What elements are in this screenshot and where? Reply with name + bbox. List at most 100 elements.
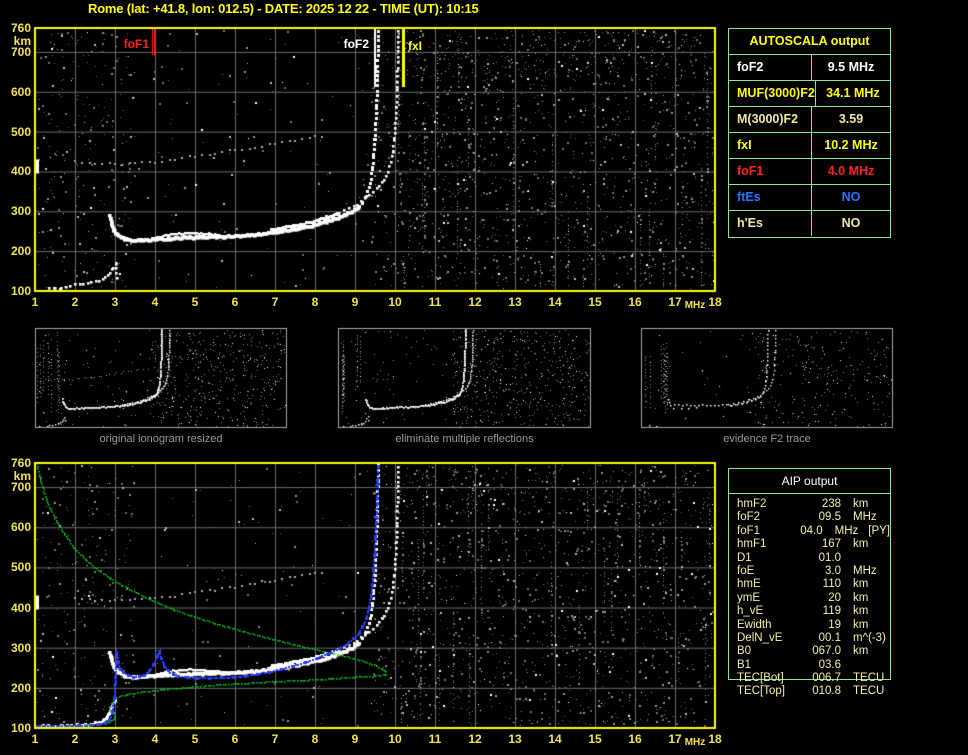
marker-label-foF1: foF1	[123, 37, 149, 51]
b-lab: B1	[737, 658, 752, 671]
b-lab: D1	[737, 551, 752, 564]
param-value: NO	[811, 211, 890, 236]
b-unit: TECU	[853, 672, 885, 685]
b-lab: foE	[737, 564, 755, 577]
b-val: 3.0	[825, 564, 841, 577]
x-tick-label: 14	[548, 732, 562, 746]
param-name: fxI	[737, 138, 752, 152]
y-tick-label: 300	[10, 204, 31, 219]
x-tick-label: 11	[428, 732, 442, 746]
x-axis-unit: MHz	[684, 300, 706, 311]
b-lab: foF2	[737, 511, 761, 524]
y-tick-label: 500	[10, 560, 31, 575]
b-lab: ymE	[737, 591, 760, 604]
param-value: 34.1 MHz	[814, 81, 890, 106]
autoscala-row-foF2: foF2 9.5 MHz	[729, 54, 890, 80]
autoscala-row-M(3000)F2: M(3000)F2 3.59	[729, 106, 890, 132]
b-val: 067.0	[812, 645, 841, 658]
aip-row-hmF1: hmF1 167 km	[729, 538, 890, 551]
y-tick-label: 600	[10, 520, 31, 535]
b-val: 03.6	[818, 658, 841, 671]
x-tick-label: 2	[71, 295, 79, 309]
b-lab: foF1	[737, 524, 761, 537]
aip-row-D1: D1 01.0	[729, 552, 890, 565]
x-tick-label: 13	[508, 295, 522, 309]
b-val: 238	[821, 498, 841, 510]
x-tick-label: 4	[151, 295, 159, 309]
aip-row-foF1: foF1 04.0 MHz [PY]	[729, 525, 890, 538]
y-tick-label: 760	[10, 21, 31, 35]
b-lab: TEC[Bot]	[737, 672, 784, 685]
aip-row-TEC[Bot]: TEC[Bot] 006.7 TECU	[729, 672, 890, 685]
autoscala-row-MUF(3000)F2: MUF(3000)F2 34.1 MHz	[729, 80, 890, 106]
y-tick-label: 400	[10, 164, 31, 179]
b-lab: hmE	[737, 578, 761, 591]
b-unit: m^(-3)	[853, 631, 886, 644]
b-unit: MHz	[853, 564, 877, 577]
b-val: 01.0	[818, 551, 841, 564]
marker-label-fxI: fxI	[408, 39, 423, 53]
b-val: 19	[828, 618, 841, 631]
x-tick-label: 12	[468, 732, 482, 746]
x-tick-label: 7	[271, 732, 279, 746]
b-unit: km	[853, 605, 869, 618]
autoscala-row-foF1: foF1 4.0 MHz	[729, 158, 890, 184]
aip-table-rows: hmF2 238 km foF2 09.5 MHz foF1 04.0 MHz [PY] hmF1 1…	[729, 494, 890, 699]
b-val: 20	[828, 591, 841, 604]
x-tick-label: 7	[271, 295, 279, 309]
autoscala-row-h'Es: h'Es NO	[729, 210, 890, 236]
b-unit: km	[853, 578, 869, 591]
aip-row-DelN_vE: DelN_vE 00.1 m^(-3)	[729, 632, 890, 645]
x-tick-label: 16	[628, 732, 642, 746]
x-tick-label: 1	[31, 295, 39, 309]
b-val: 119	[822, 605, 841, 618]
page-title: Rome (lat: +41.8, lon: 012.5) - DATE: 20…	[88, 1, 479, 16]
aip-row-hmF2: hmF2 238 km	[729, 498, 890, 511]
b-val: 167	[821, 538, 841, 551]
param-name: foF1	[737, 164, 764, 178]
param-name: MUF(3000)F2	[737, 86, 815, 100]
b-unit: km	[853, 498, 869, 510]
b-note: [PY]	[868, 524, 890, 537]
thumbnail-caption-evidence: evidence F2 trace	[723, 433, 811, 445]
aip-row-B1: B1 03.6	[729, 659, 890, 672]
autoscala-row-fxI: fxI 10.2 MHz	[729, 132, 890, 158]
y-tick-label: 300	[10, 640, 31, 655]
b-val: 006.7	[812, 672, 841, 685]
x-tick-label: 6	[231, 732, 239, 746]
x-tick-label: 10	[388, 732, 402, 746]
x-tick-label: 14	[548, 295, 562, 309]
x-tick-label: 9	[351, 732, 359, 746]
y-tick-label: 200	[10, 680, 31, 695]
y-tick-label: 600	[10, 84, 31, 99]
b-val: 09.5	[818, 511, 841, 524]
x-tick-label: 1	[31, 732, 39, 746]
autoscala-table-rows: foF2 9.5 MHz MUF(3000)F2 34.1 MHz M(3000)F2 3…	[729, 54, 890, 236]
autoscala-table-header: AUTOSCALA output	[749, 34, 870, 48]
x-tick-label: 8	[311, 295, 319, 309]
b-lab: B0	[737, 645, 752, 658]
aip-row-ymE: ymE 20 km	[729, 592, 890, 605]
x-tick-label: 13	[508, 732, 522, 746]
aip-row-foE: foE 3.0 MHz	[729, 565, 890, 578]
x-tick-label: 15	[588, 732, 602, 746]
b-val: 010.8	[812, 685, 841, 698]
b-unit: km	[853, 591, 869, 604]
x-tick-label: 10	[388, 295, 402, 309]
x-tick-label: 16	[628, 295, 642, 309]
b-unit: km	[853, 645, 869, 658]
y-tick-label: 200	[10, 244, 31, 259]
y-tick-label: 760	[10, 456, 31, 470]
b-unit: MHz	[834, 524, 859, 537]
y-tick-label: 500	[10, 124, 31, 139]
x-tick-label: 5	[191, 732, 199, 746]
b-val: 110	[822, 578, 841, 591]
aip-row-foF2: foF2 09.5 MHz	[729, 511, 890, 524]
x-axis-unit: MHz	[684, 737, 706, 748]
x-tick-label: 8	[311, 732, 319, 746]
x-tick-label: 3	[111, 732, 119, 746]
marker-label-foF2: foF2	[343, 37, 369, 51]
b-unit: km	[853, 618, 869, 631]
param-value: 10.2 MHz	[811, 133, 890, 158]
param-name: h'Es	[737, 216, 763, 230]
